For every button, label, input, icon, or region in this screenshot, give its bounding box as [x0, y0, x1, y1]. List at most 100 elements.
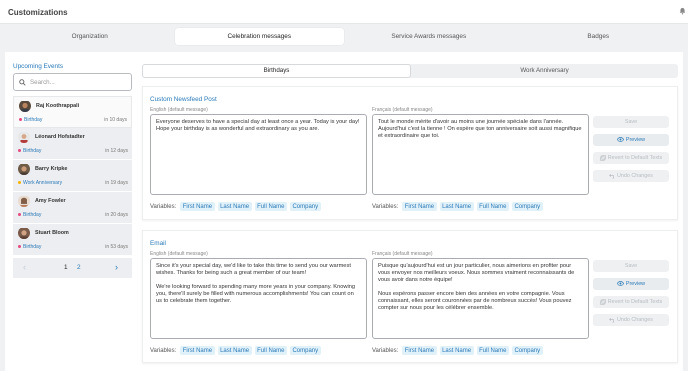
event-type: Birthday: [23, 147, 42, 154]
save-button[interactable]: Save: [593, 116, 669, 128]
french-label: Français (default message): [372, 107, 433, 113]
english-message-textarea[interactable]: Since it's your special day, we'd like t…: [150, 258, 367, 339]
card-title: Custom Newsfeed Post: [150, 96, 217, 103]
search-input[interactable]: [30, 77, 128, 88]
undo-button[interactable]: Undo Changes: [593, 170, 669, 182]
variable-last-name[interactable]: Last Name: [217, 202, 252, 211]
event-when: in 20 days: [105, 211, 128, 218]
event-type-dot: [19, 118, 22, 121]
search-icon: [19, 79, 26, 86]
avatar: [18, 131, 30, 143]
event-when: in 19 days: [105, 179, 128, 186]
variable-last-name[interactable]: Last Name: [439, 346, 474, 355]
tab-work-anniversary[interactable]: Work Anniversary: [411, 64, 678, 78]
preview-label: Preview: [625, 137, 646, 143]
variable-company[interactable]: Company: [511, 346, 543, 355]
english-variables: Variables: First Name Last Name Full Nam…: [150, 346, 324, 355]
newsfeed-card: Custom Newsfeed Post English (default me…: [142, 86, 678, 220]
variable-first-name[interactable]: First Name: [402, 202, 437, 211]
event-when: in 53 days: [105, 243, 128, 250]
chevron-right-icon[interactable]: ›: [115, 263, 118, 272]
variables-label: Variables:: [150, 347, 177, 354]
preview-button[interactable]: Preview: [593, 278, 669, 290]
event-person-name: Stuart Bloom: [35, 230, 69, 236]
copy-icon: [600, 298, 606, 305]
variable-full-name[interactable]: Full Name: [254, 202, 287, 211]
card-title: Email: [150, 240, 166, 247]
bell-icon[interactable]: [679, 7, 686, 15]
page-1[interactable]: 1: [64, 264, 68, 271]
event-person-name: Raj Koothrappali: [36, 103, 80, 109]
variable-company[interactable]: Company: [289, 346, 321, 355]
event-when: in 12 days: [105, 147, 128, 154]
revert-label: Revert to Default Texts: [607, 299, 663, 305]
pagination: ‹ 1 2 ›: [13, 257, 132, 278]
variable-company[interactable]: Company: [511, 202, 543, 211]
event-type-dot: [18, 245, 21, 248]
event-person-name: Barry Kripke: [35, 166, 68, 172]
event-type: Work Anniversary: [23, 179, 63, 186]
event-type: Birthday: [24, 116, 43, 123]
save-label: Save: [624, 263, 638, 269]
list-item[interactable]: Stuart Bloom Birthday in 53 days: [13, 224, 132, 256]
list-item[interactable]: Raj Koothrappali Birthday in 10 days: [13, 96, 132, 128]
tab-celebration-messages[interactable]: Celebration messages: [174, 28, 344, 45]
email-card: Email English (default message) Français…: [142, 230, 678, 363]
page-title: Customizations: [8, 8, 68, 17]
variables-label: Variables:: [150, 203, 177, 210]
event-list: Raj Koothrappali Birthday in 10 days Léo…: [13, 96, 132, 256]
tab-organization[interactable]: Organization: [5, 28, 175, 45]
variable-first-name[interactable]: First Name: [402, 346, 437, 355]
variable-first-name[interactable]: First Name: [180, 202, 215, 211]
undo-button[interactable]: Undo Changes: [593, 314, 669, 326]
event-type: Birthday: [23, 211, 42, 218]
eye-icon: [616, 137, 624, 143]
variable-first-name[interactable]: First Name: [180, 346, 215, 355]
variable-company[interactable]: Company: [289, 202, 321, 211]
english-label: English (default message): [150, 251, 208, 257]
variables-label: Variables:: [372, 347, 399, 354]
english-variables: Variables: First Name Last Name Full Nam…: [150, 202, 324, 211]
list-item[interactable]: Barry Kripke Work Anniversary in 19 days: [13, 160, 132, 192]
event-person-name: Léonard Hofstadter: [35, 134, 85, 140]
revert-button[interactable]: Revert to Default Texts: [593, 296, 669, 308]
english-label: English (default message): [150, 107, 208, 113]
copy-icon: [600, 154, 606, 161]
revert-button[interactable]: Revert to Default Texts: [593, 152, 669, 164]
event-type-dot: [18, 149, 21, 152]
undo-label: Undo Changes: [617, 173, 653, 179]
variable-full-name[interactable]: Full Name: [254, 346, 287, 355]
french-variables: Variables: First Name Last Name Full Nam…: [372, 202, 546, 211]
main-tabs: Organization Celebration messages Servic…: [5, 28, 683, 45]
chevron-left-icon[interactable]: ‹: [23, 263, 26, 272]
variable-last-name[interactable]: Last Name: [217, 346, 252, 355]
preview-button[interactable]: Preview: [593, 134, 669, 146]
revert-label: Revert to Default Texts: [607, 155, 663, 161]
undo-icon: [609, 173, 615, 179]
sub-tabs: Birthdays Work Anniversary: [142, 64, 678, 78]
save-button[interactable]: Save: [593, 260, 669, 272]
tab-service-awards-messages[interactable]: Service Awards messages: [344, 28, 514, 45]
avatar: [19, 100, 31, 112]
event-type-dot: [18, 181, 21, 184]
search-box: [13, 73, 132, 91]
event-type: Birthday: [23, 243, 42, 250]
avatar: [18, 163, 30, 175]
page-2[interactable]: 2: [77, 264, 81, 271]
event-person-name: Amy Fowler: [35, 198, 66, 204]
variable-last-name[interactable]: Last Name: [439, 202, 474, 211]
list-item[interactable]: Léonard Hofstadter Birthday in 12 days: [13, 128, 132, 160]
english-message-textarea[interactable]: Everyone deserves to have a special day …: [150, 114, 367, 195]
list-item[interactable]: Amy Fowler Birthday in 20 days: [13, 192, 132, 224]
french-message-textarea[interactable]: Tout le monde mérite d'avoir au moins un…: [372, 114, 589, 195]
undo-icon: [609, 317, 615, 323]
upcoming-events-title: Upcoming Events: [13, 63, 64, 70]
variables-label: Variables:: [372, 203, 399, 210]
avatar: [18, 227, 30, 239]
tab-badges[interactable]: Badges: [514, 28, 684, 45]
french-message-textarea[interactable]: Puisque qu'aujourd'hui est un jour parti…: [372, 258, 589, 339]
avatar: [18, 195, 30, 207]
variable-full-name[interactable]: Full Name: [476, 346, 509, 355]
variable-full-name[interactable]: Full Name: [476, 202, 509, 211]
tab-birthdays[interactable]: Birthdays: [142, 64, 411, 78]
